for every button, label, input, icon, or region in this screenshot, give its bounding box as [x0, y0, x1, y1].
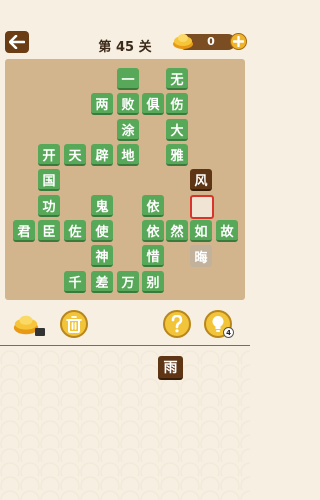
board-tile[interactable]: 辟 [91, 144, 113, 166]
board-tile[interactable]: 涂 [117, 119, 139, 141]
board-tile[interactable]: 功 [38, 195, 60, 217]
board-tile[interactable]: 开 [38, 144, 60, 166]
trash-icon [66, 315, 82, 333]
board-tile[interactable]: 惜 [142, 245, 164, 267]
background-pattern [0, 350, 250, 500]
board-tile[interactable]: 然 [166, 220, 188, 242]
board-tile[interactable]: 两 [91, 93, 113, 115]
board-tile[interactable]: 臣 [38, 220, 60, 242]
coin-count: 0 [207, 35, 215, 48]
board-tile[interactable]: 一 [117, 68, 139, 90]
level-title: 第 45 关 [98, 40, 152, 55]
add-coins-button[interactable] [230, 33, 247, 50]
board-tile[interactable]: 无 [166, 68, 188, 90]
back-button[interactable] [5, 31, 29, 53]
board-tile[interactable]: 晦 [190, 245, 212, 267]
selected-empty-slot[interactable] [190, 195, 214, 219]
board-tile[interactable]: 使 [91, 220, 113, 242]
board-tile[interactable]: 依 [142, 220, 164, 242]
header: 第 45 关 0 [0, 0, 250, 56]
board-tile[interactable]: 依 [142, 195, 164, 217]
plus-icon [233, 36, 244, 47]
board-tile[interactable]: 千 [64, 271, 86, 293]
answer-option-tile[interactable]: 雨 [158, 356, 183, 380]
board-tile[interactable]: 故 [216, 220, 238, 242]
board-tile[interactable]: 伤 [166, 93, 188, 115]
puzzle-board: 一 无 两 败 俱 伤 涂 大 开 天 辟 地 雅 风 国 功 鬼 依 君 臣 … [5, 59, 245, 300]
hint-count-badge: 4 [223, 327, 234, 338]
board-tile[interactable]: 风 [190, 169, 212, 191]
back-arrow-icon [9, 35, 25, 49]
clear-button[interactable] [60, 310, 88, 338]
board-tile[interactable]: 雅 [166, 144, 188, 166]
board-tile[interactable]: 败 [117, 93, 139, 115]
board-tile[interactable]: 佐 [64, 220, 86, 242]
board-tile[interactable]: 鬼 [91, 195, 113, 217]
board-tile[interactable]: 差 [91, 271, 113, 293]
board-tile[interactable]: 神 [91, 245, 113, 267]
board-tile[interactable]: 别 [142, 271, 164, 293]
board-tile[interactable]: 大 [166, 119, 188, 141]
board-tile[interactable]: 天 [64, 144, 86, 166]
video-badge [35, 328, 45, 336]
gold-ingot-icon [173, 34, 193, 49]
help-button[interactable] [163, 310, 191, 338]
board-tile[interactable]: 国 [38, 169, 60, 191]
board-tile[interactable]: 地 [117, 144, 139, 166]
board-tile[interactable]: 俱 [142, 93, 164, 115]
question-mark-icon [171, 315, 183, 333]
board-tile[interactable]: 君 [13, 220, 35, 242]
tray-divider [0, 345, 250, 346]
board-tile[interactable]: 万 [117, 271, 139, 293]
board-tile[interactable]: 如 [190, 220, 212, 242]
